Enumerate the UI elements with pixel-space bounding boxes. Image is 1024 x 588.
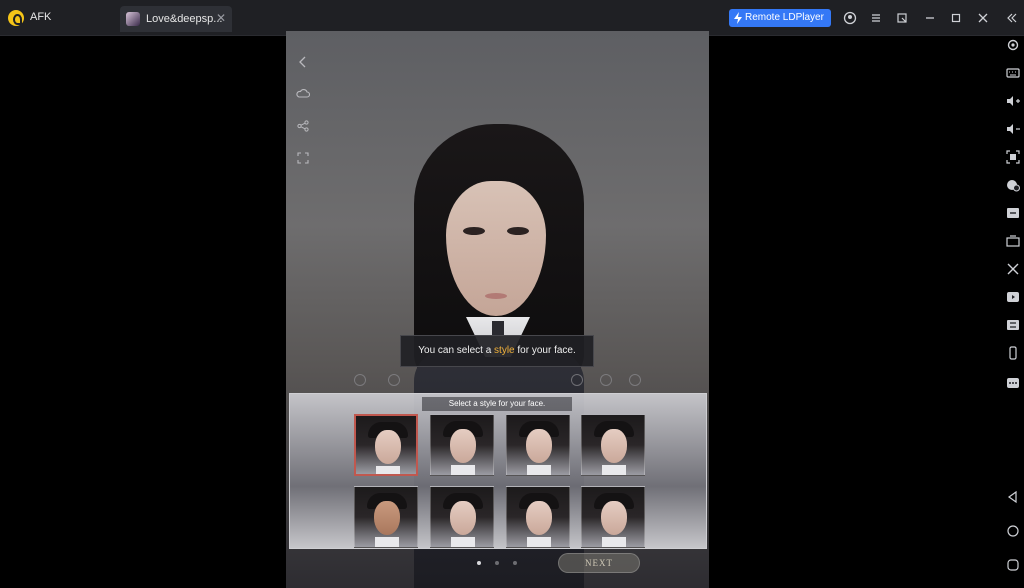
redo-icon[interactable] (600, 374, 612, 386)
character-eye-left (463, 227, 485, 235)
ldplayer-window: AFK Love&deepsp... ✕ Remote LDPlayer You… (0, 0, 1024, 588)
fps-icon[interactable] (1005, 234, 1021, 248)
reset-icon[interactable] (629, 374, 641, 386)
face-style-6[interactable] (430, 486, 494, 548)
screenshot-icon[interactable] (1005, 150, 1021, 164)
game-viewport[interactable]: You can select a style for your face. Se… (286, 31, 709, 588)
scissors-icon[interactable] (1005, 262, 1021, 276)
close-icon[interactable] (975, 10, 991, 26)
window-switch-icon[interactable] (894, 10, 910, 26)
tip-suffix: for your face. (514, 345, 576, 356)
face-style-2[interactable] (430, 414, 494, 476)
game-thumbnail-icon (126, 12, 140, 26)
pager-dot-2[interactable] (495, 561, 499, 565)
settings-icon[interactable] (1005, 38, 1021, 52)
sync-icon[interactable] (1005, 318, 1021, 332)
tab-close-icon[interactable]: ✕ (216, 12, 226, 24)
character-tie (492, 321, 504, 335)
share-icon[interactable] (296, 119, 310, 133)
face-style-4[interactable] (581, 414, 645, 476)
pager-dot-3[interactable] (513, 561, 517, 565)
remote-ldplayer-button[interactable]: Remote LDPlayer (729, 9, 831, 27)
menu-icon[interactable] (868, 10, 884, 26)
face-style-panel: Select a style for your face. (289, 393, 707, 549)
android-back-icon[interactable] (1005, 490, 1021, 504)
character-lips (485, 293, 507, 299)
zoom-icon[interactable] (354, 374, 366, 386)
bolt-icon (734, 12, 742, 24)
face-style-1[interactable] (354, 414, 418, 476)
tip-highlight: style (494, 345, 515, 356)
add-app-icon[interactable] (1005, 178, 1021, 192)
tab-title: Love&deepsp... (146, 13, 223, 25)
maximize-icon[interactable] (948, 10, 964, 26)
filter-icon[interactable] (388, 374, 400, 386)
more-icon[interactable] (1005, 376, 1021, 390)
face-style-8[interactable] (581, 486, 645, 548)
next-button[interactable]: NEXT (558, 553, 640, 573)
face-style-5[interactable] (354, 486, 418, 548)
face-style-7[interactable] (506, 486, 570, 548)
android-recent-icon[interactable] (1005, 558, 1021, 572)
tab-love-deepspace[interactable]: Love&deepsp... ✕ (120, 6, 232, 32)
phone-icon[interactable] (1005, 346, 1021, 360)
panel-title: Select a style for your face. (422, 397, 572, 411)
remote-ldplayer-label: Remote LDPlayer (745, 12, 824, 23)
volume-down-icon[interactable] (1005, 122, 1021, 136)
pager-dot-1[interactable] (477, 561, 481, 565)
tip-prefix: You can select a (418, 345, 495, 356)
apk-icon[interactable] (1005, 206, 1021, 220)
collapse-sidebar-icon[interactable] (1004, 10, 1020, 26)
video-icon[interactable] (1005, 290, 1021, 304)
face-style-3[interactable] (506, 414, 570, 476)
minimize-icon[interactable] (922, 10, 938, 26)
undo-icon[interactable] (571, 374, 583, 386)
account-icon[interactable] (842, 10, 858, 26)
back-icon[interactable] (296, 55, 310, 69)
face-style-tip: You can select a style for your face. (400, 335, 594, 367)
character-eye-right (507, 227, 529, 235)
volume-up-icon[interactable] (1005, 94, 1021, 108)
app-name: AFK (30, 11, 52, 23)
fullscreen-icon[interactable] (296, 151, 310, 165)
keyboard-icon[interactable] (1005, 66, 1021, 80)
android-home-icon[interactable] (1005, 524, 1021, 538)
cloud-icon[interactable] (296, 87, 310, 101)
ldplayer-logo-icon (8, 10, 24, 26)
